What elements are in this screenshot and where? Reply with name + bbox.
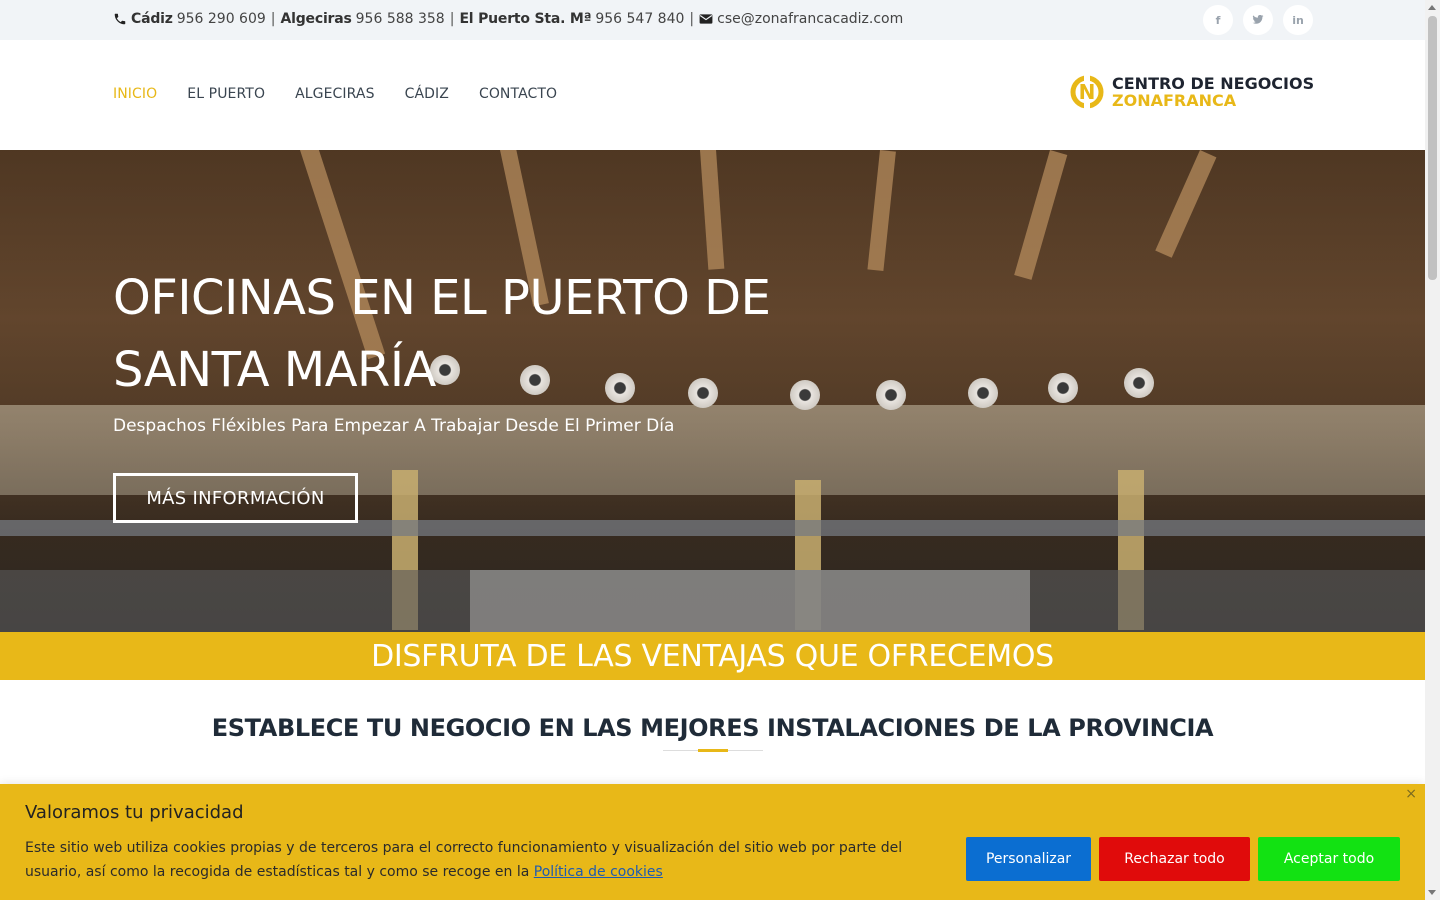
nav-item-contacto[interactable]: CONTACTO	[479, 86, 557, 102]
logo-text: CENTRO DE NEGOCIOS ZONAFRANCA	[1112, 75, 1314, 109]
cookie-text: Este sitio web utiliza cookies propias y…	[25, 836, 945, 884]
linkedin-icon[interactable]: in	[1283, 5, 1313, 35]
envelope-icon	[699, 13, 713, 25]
cookie-banner: × Valoramos tu privacidad Este sitio web…	[0, 784, 1425, 900]
contact-phone[interactable]: 956 588 358	[356, 11, 445, 27]
contact-city: Cádiz	[131, 11, 173, 27]
accept-all-button[interactable]: Aceptar todo	[1258, 837, 1400, 881]
cookie-title: Valoramos tu privacidad	[25, 802, 244, 823]
ceiling-light-icon	[876, 380, 906, 410]
facebook-icon[interactable]: f	[1203, 5, 1233, 35]
top-bar: Cádiz 956 290 609 | Algeciras 956 588 35…	[0, 0, 1425, 40]
contact-city: Algeciras	[280, 11, 352, 27]
personalize-button[interactable]: Personalizar	[966, 837, 1091, 881]
nav-item-el-puerto[interactable]: EL PUERTO	[187, 86, 265, 102]
scroll-up-arrow-icon[interactable]	[1428, 5, 1436, 10]
separator: |	[689, 11, 695, 27]
logo-line-1: CENTRO DE NEGOCIOS	[1112, 74, 1315, 93]
title-divider	[663, 749, 763, 752]
contact-phone[interactable]: 956 547 840	[595, 11, 684, 27]
logo-mark-icon: N	[1070, 75, 1104, 109]
social-links: f in	[1203, 5, 1313, 35]
contact-email[interactable]: cse@zonafrancacadiz.com	[717, 11, 903, 27]
contact-phone[interactable]: 956 290 609	[177, 11, 266, 27]
nav-item-algeciras[interactable]: ALGECIRAS	[295, 86, 375, 102]
reject-all-button[interactable]: Rechazar todo	[1099, 837, 1250, 881]
advantages-band: DISFRUTA DE LAS VENTAJAS QUE OFRECEMOS	[0, 632, 1425, 680]
logo-mark-letter: N	[1079, 80, 1096, 104]
nav-item-cadiz[interactable]: CÁDIZ	[405, 86, 449, 102]
site-header: INICIO EL PUERTO ALGECIRAS CÁDIZ CONTACT…	[0, 40, 1425, 150]
contact-info: Cádiz 956 290 609 | Algeciras 956 588 35…	[113, 11, 903, 27]
cookie-policy-link[interactable]: Política de cookies	[534, 864, 663, 880]
ceiling-light-icon	[1124, 368, 1154, 398]
twitter-icon[interactable]	[1243, 5, 1273, 35]
hero-background-floor	[0, 570, 1425, 632]
contact-city: El Puerto Sta. Mª	[459, 11, 592, 27]
hero-subtitle: Despachos Fléxibles Para Empezar A Traba…	[113, 416, 675, 436]
cookie-body: Este sitio web utiliza cookies propias y…	[25, 840, 903, 880]
section-title: ESTABLECE TU NEGOCIO EN LAS MEJORES INST…	[211, 714, 1214, 742]
page-scrollbar[interactable]	[1425, 0, 1440, 900]
phone-icon	[113, 12, 127, 26]
separator: |	[270, 11, 276, 27]
facebook-glyph: f	[1215, 13, 1221, 27]
ceiling-light-icon	[1048, 373, 1078, 403]
scroll-down-arrow-icon[interactable]	[1428, 890, 1436, 895]
band-title: DISFRUTA DE LAS VENTAJAS QUE OFRECEMOS	[371, 638, 1054, 674]
separator: |	[449, 11, 455, 27]
nav-item-inicio[interactable]: INICIO	[113, 86, 157, 102]
ceiling-light-icon	[968, 378, 998, 408]
more-info-button[interactable]: MÁS INFORMACIÓN	[113, 473, 358, 523]
site-logo[interactable]: N CENTRO DE NEGOCIOS ZONAFRANCA	[1070, 75, 1314, 109]
hero-banner: OFICINAS EN EL PUERTO DE SANTA MARÍA Des…	[0, 150, 1425, 632]
linkedin-glyph: in	[1292, 13, 1304, 27]
main-nav: INICIO EL PUERTO ALGECIRAS CÁDIZ CONTACT…	[113, 86, 557, 102]
close-icon[interactable]: ×	[1405, 786, 1417, 802]
logo-line-2: ZONAFRANCA	[1112, 91, 1237, 110]
divider-accent	[698, 749, 728, 752]
hero-title: OFICINAS EN EL PUERTO DE SANTA MARÍA	[113, 270, 771, 398]
scrollbar-thumb[interactable]	[1428, 16, 1437, 280]
